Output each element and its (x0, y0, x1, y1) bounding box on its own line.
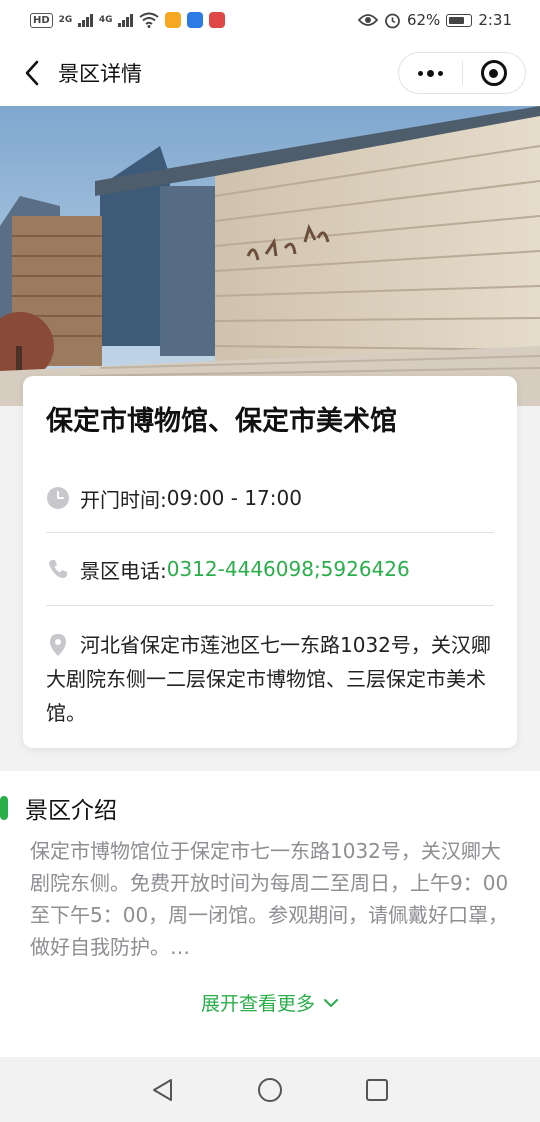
divider (46, 605, 494, 606)
wifi-icon (139, 12, 159, 28)
section-header: 景区介绍 (0, 793, 540, 824)
chevron-left-icon (25, 60, 39, 86)
square-recents-icon (365, 1079, 388, 1101)
signal-icon (78, 13, 93, 27)
alarm-icon (385, 13, 400, 28)
intro-text: 保定市博物馆位于保定市七一东路1032号，关汉卿大剧院东侧。免费开放时间为每周二… (30, 839, 509, 959)
opening-hours-row: 开门时间: 09:00 - 17:00 (46, 480, 494, 516)
navigation-bar: 景区详情 (0, 40, 540, 106)
eye-icon (357, 14, 378, 26)
location-pin-icon (46, 633, 70, 657)
network-type-2g: 2G (58, 15, 73, 25)
more-button[interactable] (399, 53, 462, 93)
poi-title: 保定市博物馆、保定市美术馆 (46, 406, 397, 437)
phone-label: 景区电话: (80, 558, 167, 583)
phone-row[interactable]: 景区电话: 0312-4446098;5926426 (46, 551, 494, 587)
triangle-back-icon (153, 1079, 173, 1101)
chevron-down-icon (324, 998, 338, 1007)
hd-badge: HD (30, 12, 53, 28)
clock: 2:31 (478, 11, 512, 29)
poi-info-card: 保定市博物馆、保定市美术馆 开门时间: 09:00 - 17:00 景区电话: … (23, 376, 517, 748)
network-type-4g: 4G (98, 15, 113, 25)
divider (46, 532, 494, 533)
phone-number-link[interactable]: 0312-4446098;5926426 (167, 557, 410, 581)
more-dots-icon (417, 69, 443, 77)
back-button[interactable] (12, 53, 52, 93)
status-bar: HD 2G 4G 62% 2:31 (0, 0, 540, 40)
close-miniprogram-button[interactable] (463, 53, 526, 93)
circle-home-icon (257, 1078, 282, 1102)
signal-icon (118, 13, 133, 27)
expand-more-label: 展开查看更多 (200, 993, 315, 1015)
opening-hours-label: 开门时间: (80, 487, 167, 512)
system-recents-button[interactable] (357, 1070, 397, 1110)
app-notification-icon (208, 12, 225, 28)
phone-icon (46, 557, 70, 581)
hero-image (0, 106, 540, 406)
target-icon (480, 60, 507, 86)
section-accent-bar (0, 796, 8, 820)
miniprogram-capsule (398, 52, 526, 94)
section-title: 景区介绍 (25, 798, 117, 824)
clock-icon (46, 486, 70, 510)
opening-hours-value: 09:00 - 17:00 (166, 486, 302, 510)
expand-more-button[interactable]: 展开查看更多 (0, 989, 540, 1016)
system-back-button[interactable] (143, 1070, 183, 1110)
battery-icon (446, 13, 473, 27)
page-title: 景区详情 (58, 62, 142, 86)
intro-section: 景区介绍 保定市博物馆位于保定市七一东路1032号，关汉卿大剧院东侧。免费开放时… (0, 771, 540, 1057)
address-text: 河北省保定市莲池区七一东路1032号，关汉卿大剧院东侧一二层保定市博物馆、三层保… (46, 633, 491, 725)
address-row[interactable]: 河北省保定市莲池区七一东路1032号，关汉卿大剧院东侧一二层保定市博物馆、三层保… (46, 628, 494, 730)
app-notification-icon (186, 12, 203, 28)
system-home-button[interactable] (250, 1070, 290, 1110)
app-notification-icon (164, 12, 181, 28)
battery-percent: 62% (406, 11, 441, 29)
system-navigation-bar (0, 1058, 540, 1122)
